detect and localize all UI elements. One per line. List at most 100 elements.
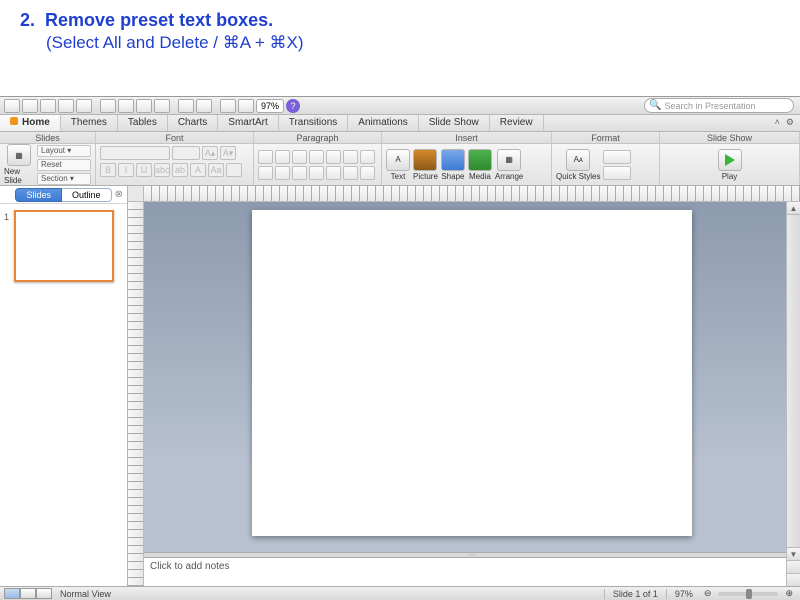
paste-icon[interactable] bbox=[136, 99, 152, 113]
horizontal-ruler[interactable] bbox=[144, 186, 800, 202]
status-bar: Normal View Slide 1 of 1 97% ⊖ ⊕ bbox=[0, 586, 800, 600]
align-text-button[interactable] bbox=[326, 166, 341, 180]
prev-slide-button[interactable] bbox=[787, 560, 800, 573]
new-doc-icon[interactable] bbox=[4, 99, 20, 113]
ribbon-settings-icon[interactable]: ⚙ bbox=[786, 117, 794, 128]
zoom-label[interactable]: 97% bbox=[666, 589, 701, 599]
shape-line-button[interactable] bbox=[603, 166, 631, 180]
copy-icon[interactable] bbox=[118, 99, 134, 113]
zoom-in-button[interactable]: ⊕ bbox=[782, 588, 796, 599]
next-slide-button[interactable] bbox=[787, 573, 800, 586]
numbering-button[interactable] bbox=[275, 150, 290, 164]
shape-fill-button[interactable] bbox=[603, 150, 631, 164]
collapse-ribbon-icon[interactable]: ˄ bbox=[775, 117, 780, 128]
vertical-ruler[interactable] bbox=[128, 202, 144, 586]
arrange-button[interactable]: ▦Arrange bbox=[495, 149, 523, 181]
slides-panel: Slides Outline ⊗ 1 bbox=[0, 186, 128, 586]
panel-tabs: Slides Outline ⊗ bbox=[0, 186, 127, 204]
sorter-view-button[interactable] bbox=[20, 588, 36, 599]
ruler-corner bbox=[128, 186, 144, 202]
font-color-button[interactable]: A bbox=[190, 163, 206, 177]
slide-canvas-area[interactable] bbox=[144, 202, 800, 552]
template-icon[interactable] bbox=[22, 99, 38, 113]
quick-styles-icon: Aᴀ bbox=[566, 149, 590, 171]
view-label: Normal View bbox=[60, 589, 111, 599]
close-panel-icon[interactable]: ⊗ bbox=[115, 189, 123, 200]
insert-shape-button[interactable]: Shape bbox=[441, 149, 465, 181]
redo-icon[interactable] bbox=[196, 99, 212, 113]
align-left-button[interactable] bbox=[258, 166, 273, 180]
help-icon[interactable]: ? bbox=[286, 99, 300, 113]
insert-text-button[interactable]: AText bbox=[386, 149, 410, 181]
show-hide-icon[interactable] bbox=[220, 99, 236, 113]
slide-thumbnail-1[interactable] bbox=[14, 210, 114, 282]
bold-button[interactable]: B bbox=[100, 163, 116, 177]
slideshow-icon[interactable] bbox=[238, 99, 254, 113]
justify-button[interactable] bbox=[309, 166, 324, 180]
notes-pane[interactable]: Click to add notes bbox=[144, 558, 800, 586]
grow-font-button[interactable]: A▴ bbox=[202, 146, 218, 160]
zoom-slider[interactable] bbox=[718, 592, 778, 596]
instruction-title: 2. Remove preset text boxes. bbox=[20, 10, 780, 31]
search-input[interactable]: 🔍 Search in Presentation bbox=[644, 98, 794, 113]
insert-picture-button[interactable]: Picture bbox=[413, 149, 438, 181]
decrease-indent-button[interactable] bbox=[292, 150, 307, 164]
cut-icon[interactable] bbox=[100, 99, 116, 113]
change-case-button[interactable]: Aa bbox=[208, 163, 224, 177]
instruction-subtitle: (Select All and Delete / ⌘A + ⌘X) bbox=[46, 33, 780, 53]
bullets-button[interactable] bbox=[258, 150, 273, 164]
font-size-dropdown[interactable] bbox=[172, 146, 200, 160]
print-icon[interactable] bbox=[76, 99, 92, 113]
smartart-convert-button[interactable] bbox=[343, 166, 358, 180]
group-slides: ▦ New Slide Layout ▾ Reset Section ▾ bbox=[0, 144, 96, 185]
italic-button[interactable]: I bbox=[118, 163, 134, 177]
layout-dropdown[interactable]: Layout ▾ bbox=[37, 145, 91, 157]
play-button[interactable]: Play bbox=[718, 149, 742, 181]
slides-tab[interactable]: Slides bbox=[15, 188, 62, 202]
tab-home[interactable]: Home bbox=[0, 115, 61, 131]
columns-button[interactable] bbox=[360, 150, 375, 164]
vertical-scrollbar[interactable]: ▲ ▼ bbox=[786, 202, 800, 586]
increase-indent-button[interactable] bbox=[309, 150, 324, 164]
tab-slideshow[interactable]: Slide Show bbox=[419, 115, 490, 131]
slideshow-view-button[interactable] bbox=[36, 588, 52, 599]
undo-icon[interactable] bbox=[178, 99, 194, 113]
new-slide-button[interactable]: ▦ New Slide bbox=[4, 144, 34, 185]
quick-styles-button[interactable]: AᴀQuick Styles bbox=[556, 149, 600, 181]
scroll-down-icon[interactable]: ▼ bbox=[787, 547, 800, 560]
text-direction-button[interactable] bbox=[343, 150, 358, 164]
tab-smartart[interactable]: SmartArt bbox=[218, 115, 278, 131]
tab-charts[interactable]: Charts bbox=[168, 115, 218, 131]
zoom-out-button[interactable]: ⊖ bbox=[701, 588, 715, 599]
group-slideshow: Play bbox=[660, 144, 800, 185]
tab-themes[interactable]: Themes bbox=[61, 115, 118, 131]
shrink-font-button[interactable]: A▾ bbox=[220, 146, 236, 160]
strikethrough-button[interactable]: abc bbox=[154, 163, 170, 177]
format-painter-icon[interactable] bbox=[154, 99, 170, 113]
normal-view-button[interactable] bbox=[4, 588, 20, 599]
insert-media-button[interactable]: Media bbox=[468, 149, 492, 181]
scroll-up-icon[interactable]: ▲ bbox=[787, 202, 800, 215]
open-icon[interactable] bbox=[40, 99, 56, 113]
group-paragraph bbox=[254, 144, 382, 185]
tab-tables[interactable]: Tables bbox=[118, 115, 168, 131]
line-spacing-button[interactable] bbox=[326, 150, 341, 164]
tab-transitions[interactable]: Transitions bbox=[279, 115, 349, 131]
font-name-dropdown[interactable] bbox=[100, 146, 170, 160]
slide-canvas[interactable] bbox=[252, 210, 692, 536]
outline-tab[interactable]: Outline bbox=[62, 188, 112, 202]
reset-button[interactable]: Reset bbox=[37, 159, 91, 171]
underline-button[interactable]: U bbox=[136, 163, 152, 177]
section-dropdown[interactable]: Section ▾ bbox=[37, 173, 91, 185]
paragraph-more-button[interactable] bbox=[360, 166, 375, 180]
tab-review[interactable]: Review bbox=[490, 115, 544, 131]
align-center-button[interactable] bbox=[275, 166, 290, 180]
save-icon[interactable] bbox=[58, 99, 74, 113]
group-font: A▴ A▾ B I U abc ab A Aa bbox=[96, 144, 254, 185]
slide-editor: ⋯ Click to add notes ▲ ▼ bbox=[128, 186, 800, 586]
tab-animations[interactable]: Animations bbox=[348, 115, 418, 131]
clear-format-button[interactable] bbox=[226, 163, 242, 177]
highlight-button[interactable]: ab bbox=[172, 163, 188, 177]
zoom-dropdown[interactable]: 97% bbox=[256, 99, 284, 113]
align-right-button[interactable] bbox=[292, 166, 307, 180]
